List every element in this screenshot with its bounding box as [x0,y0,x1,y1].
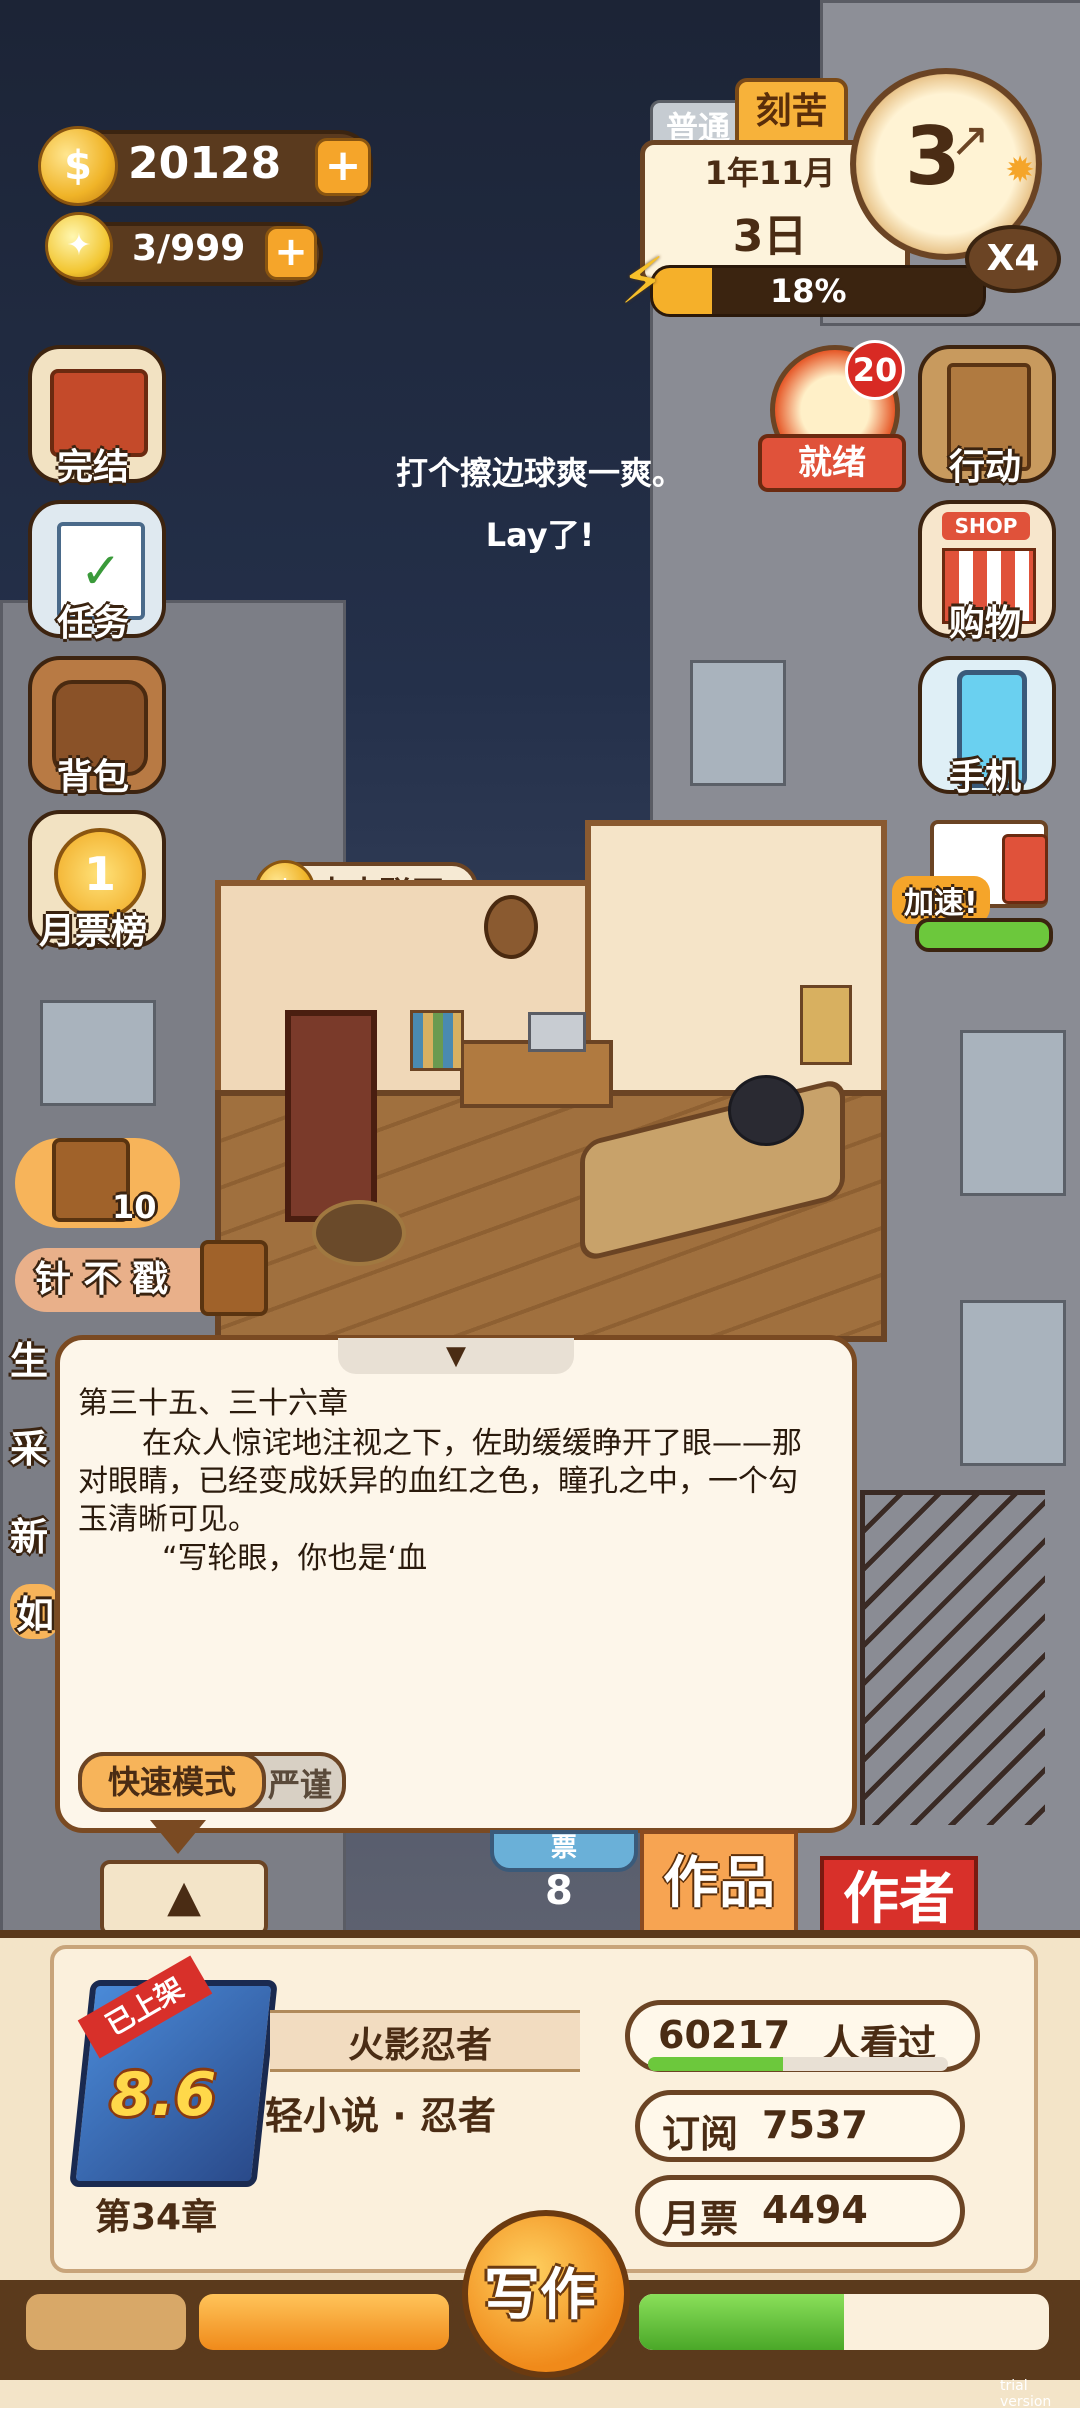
truck-cab [1002,834,1048,904]
viewers-progress-track [648,2057,948,2071]
add-energy-button[interactable]: + [265,226,317,280]
write-button-label: 写作 [484,2263,596,2328]
popup-pointer [150,1820,206,1854]
monthly-tickets-value: 4494 [762,2188,868,2232]
side-chip[interactable]: 新 [10,1506,48,1561]
dialog-line-2: Lay了! [485,516,595,554]
laptop [528,1012,586,1052]
sleeping-character[interactable] [728,1075,804,1146]
slot-bar-empty [22,2290,190,2354]
chapter-paragraph-2: “写轮眼，你也是‘血 [162,1541,428,1576]
shop-sign-label: SHOP [942,512,1030,540]
green-progress-fill [639,2294,844,2350]
book-genre: 轻小说 · 忍者 [265,2094,496,2138]
lightning-icon: ⚡ [620,245,665,319]
bookshelf [410,1010,464,1071]
room-door [285,1010,377,1222]
speedup-progress-bar [915,918,1053,952]
ready-badge: 20 [845,340,905,400]
orange-progress-fill [199,2294,449,2350]
chapter-heading: 第三十五、三十六章 [78,1386,348,1421]
expand-button[interactable]: ▲ [100,1860,268,1936]
tasks-label: 任务 [56,603,129,644]
viewers-count: 60217 [658,2013,791,2057]
action-label: 行动 [948,447,1021,488]
backpack-label: 背包 [56,757,129,798]
treasure-chest-icon [200,1240,268,1316]
tab-partial[interactable]: 票 [490,1830,638,1872]
tab-works[interactable]: 作品 [640,1830,798,1938]
speedup-label[interactable]: 加速! [892,876,990,924]
side-chip[interactable]: 生 [10,1330,48,1385]
sun-icon: ✹ [1005,150,1036,191]
viewers-progress-fill [648,2057,783,2071]
time-progress-label: 18% [770,272,847,310]
clock-hand-arrow-icon: ↗ [950,112,991,168]
fire-escape-stairs [860,1490,1045,1825]
coin-amount: 20128 [128,138,282,189]
side-chip[interactable]: 如 [10,1584,61,1639]
shop-label: 购物 [948,603,1021,644]
subscriptions-stat: 订阅 7537 [635,2090,965,2162]
chapter-text-popup: ▼ 第三十五、三十六章 在众人惊诧地注视之下，佐助缓缓睁开了眼——那对眼睛，已经… [55,1335,857,1833]
trial-watermark: trial version [1000,2378,1052,2410]
chest-count: 10 [112,1188,157,1226]
monthly-tickets-label: 月票 [662,2197,739,2241]
book-rating: 8.6 [110,2060,217,2130]
subscriptions-value: 7537 [762,2103,868,2147]
subscriptions-label: 订阅 [662,2112,739,2156]
wall-poster [800,985,852,1065]
dialog-line-1: 打个擦边球爽一爽。 [395,454,684,492]
energy-amount: 3/999 [132,228,246,269]
book-chapter: 第34章 [95,2197,218,2238]
building-window [40,1000,156,1106]
mode-tab-hard[interactable]: 刻苦 [735,78,848,148]
orange-progress-bar [195,2290,453,2354]
chapter-paragraph-1: 在众人惊诧地注视之下，佐助缓缓睁开了眼——那对眼睛，已经变成妖异的血红之色，瞳孔… [78,1426,802,1537]
strict-mode-button[interactable]: 严谨 [268,1760,332,1806]
coin-icon: $ [38,126,118,206]
book-title: 火影忍者 [347,2025,492,2066]
ranking-label: 月票榜 [38,911,147,952]
building-window [690,660,786,786]
building-window [960,1300,1066,1466]
ready-label: 就绪 [758,434,906,492]
speed-button[interactable]: X4 [965,225,1061,293]
fast-mode-button[interactable]: 快速模式 [78,1752,266,1812]
green-progress-bar [635,2290,1053,2354]
round-rug [312,1200,406,1266]
side-chip[interactable]: 采 [10,1418,48,1473]
round-window [484,895,538,959]
completed-label: 完结 [56,447,129,488]
add-coins-button[interactable]: + [315,138,371,196]
phone-label: 手机 [948,757,1021,798]
monthly-tickets-stat: 月票 4494 [635,2175,965,2247]
tab-count: 8 [545,1868,573,1914]
lightbulb-icon: ✦ [45,212,113,280]
building-window [960,1030,1066,1196]
collapse-handle[interactable]: ▼ [338,1338,574,1374]
